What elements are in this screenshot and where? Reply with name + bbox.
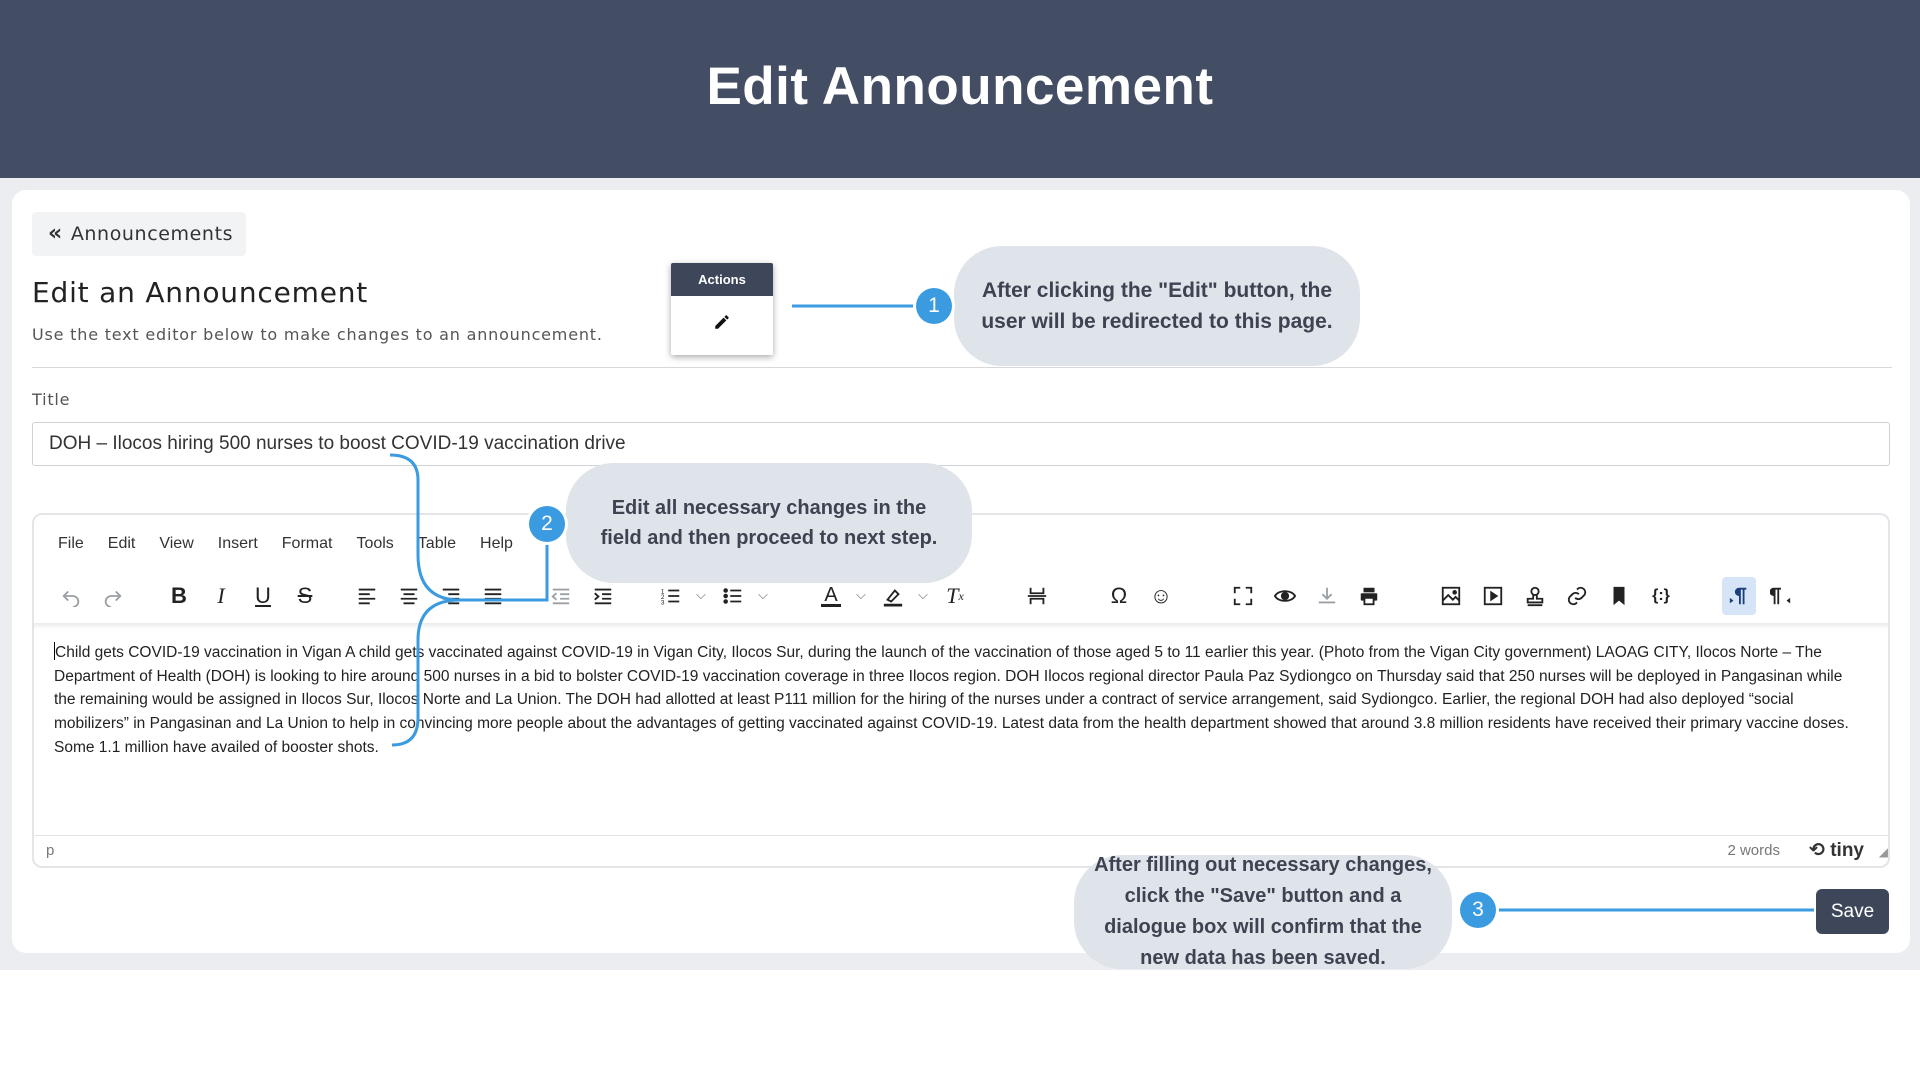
- tiny-logo[interactable]: ⟲ tiny: [1809, 839, 1864, 862]
- save-button[interactable]: Save: [1816, 889, 1889, 934]
- rtl-icon[interactable]: [1764, 577, 1798, 615]
- annotation-bubble-3: After filling out necessary changes, cli…: [1074, 854, 1452, 969]
- undo-icon[interactable]: [54, 577, 88, 615]
- underline-icon[interactable]: U: [246, 577, 280, 615]
- title-input[interactable]: [32, 422, 1890, 466]
- double-chevron-left-icon: «: [48, 221, 63, 246]
- ltr-icon[interactable]: [1722, 577, 1756, 615]
- menu-insert[interactable]: Insert: [218, 535, 258, 553]
- step-badge-2: 2: [529, 506, 565, 542]
- element-path[interactable]: p: [46, 842, 54, 859]
- align-left-icon[interactable]: [350, 577, 384, 615]
- menu-table[interactable]: Table: [418, 535, 456, 553]
- media-icon[interactable]: [1476, 577, 1510, 615]
- print-icon[interactable]: [1352, 577, 1386, 615]
- fullscreen-icon[interactable]: [1226, 577, 1260, 615]
- menu-view[interactable]: View: [159, 535, 193, 553]
- tiny-brand-text: tiny: [1830, 840, 1864, 861]
- back-to-announcements-button[interactable]: « Announcements: [32, 212, 246, 256]
- chevron-down-icon[interactable]: ⌵: [918, 587, 928, 603]
- word-count[interactable]: 2 words: [1727, 842, 1780, 859]
- menu-format[interactable]: Format: [282, 535, 333, 553]
- align-justify-icon[interactable]: [476, 577, 510, 615]
- align-center-icon[interactable]: [392, 577, 426, 615]
- redo-icon[interactable]: [96, 577, 130, 615]
- menu-tools[interactable]: Tools: [356, 535, 393, 553]
- title-field-label: Title: [32, 390, 71, 409]
- rich-text-editor[interactable]: File Edit View Insert Format Tools Table…: [32, 513, 1890, 868]
- toolbar-shadow: [34, 623, 1888, 629]
- special-char-icon[interactable]: Ω: [1102, 577, 1136, 615]
- preview-icon[interactable]: [1268, 577, 1302, 615]
- chevron-down-icon[interactable]: ⌵: [856, 587, 866, 603]
- anchor-icon[interactable]: [1602, 577, 1636, 615]
- step-badge-1: 1: [916, 288, 952, 324]
- image-icon[interactable]: [1434, 577, 1468, 615]
- page-break-icon[interactable]: [1020, 577, 1054, 615]
- bold-icon[interactable]: B: [162, 577, 196, 615]
- chevron-down-icon[interactable]: ⌵: [758, 587, 768, 603]
- menu-edit[interactable]: Edit: [108, 535, 136, 553]
- strikethrough-icon[interactable]: S: [288, 577, 322, 615]
- editor-content-area[interactable]: Child gets COVID-19 vaccination in Vigan…: [54, 641, 1866, 760]
- clear-format-icon[interactable]: Tx: [938, 577, 972, 615]
- annotation-text-2: Edit all necessary changes in the field …: [600, 497, 938, 549]
- template-icon[interactable]: [1518, 577, 1552, 615]
- menu-file[interactable]: File: [58, 535, 84, 553]
- annotation-bubble-2: Edit all necessary changes in the field …: [566, 463, 972, 583]
- annotation-bubble-1: After clicking the "Edit" button, the us…: [954, 246, 1360, 366]
- editor-statusbar: p 2 words ⟲ tiny ◢: [34, 835, 1888, 866]
- banner-title: Edit Announcement: [706, 57, 1214, 116]
- page-title: Edit an Announcement: [32, 276, 369, 309]
- outdent-icon[interactable]: [544, 577, 578, 615]
- editor-toolbar: B I U S 123 ⌵ ⌵ A ⌵ ⌵ T x Ω ☺ {:}: [50, 577, 1870, 617]
- align-right-icon[interactable]: [434, 577, 468, 615]
- annotation-text-3: After filling out necessary changes, cli…: [1094, 854, 1432, 969]
- emoji-icon[interactable]: ☺: [1144, 577, 1178, 615]
- save-icon[interactable]: [1310, 577, 1344, 615]
- editor-body-text: Child gets COVID-19 vaccination in Vigan…: [54, 644, 1849, 756]
- annotation-text-1: After clicking the "Edit" button, the us…: [981, 279, 1333, 333]
- step-badge-3: 3: [1460, 892, 1496, 928]
- header-banner: Edit Announcement: [0, 0, 1920, 178]
- divider: [32, 367, 1892, 368]
- back-button-label: Announcements: [70, 223, 234, 245]
- svg-text:3: 3: [661, 599, 665, 606]
- editor-menubar: File Edit View Insert Format Tools Table…: [58, 535, 537, 553]
- italic-icon[interactable]: I: [204, 577, 238, 615]
- resize-handle-icon[interactable]: ◢: [1879, 845, 1888, 859]
- edit-pencil-icon[interactable]: [707, 307, 737, 337]
- menu-help[interactable]: Help: [480, 535, 513, 553]
- page-subtitle: Use the text editor below to make change…: [32, 325, 603, 344]
- chevron-down-icon[interactable]: ⌵: [696, 587, 706, 603]
- link-icon[interactable]: [1560, 577, 1594, 615]
- actions-header: Actions: [671, 263, 773, 296]
- code-sample-icon[interactable]: {:}: [1644, 577, 1678, 615]
- actions-popup: Actions: [671, 263, 773, 355]
